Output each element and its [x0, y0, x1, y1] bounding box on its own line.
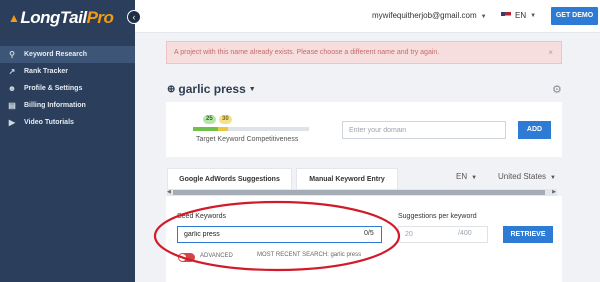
project-selector[interactable]: ⊕ garlic press ▼	[167, 82, 256, 96]
sidebar-item-label: Billing Information	[24, 102, 86, 109]
suggestions-max: /400	[458, 230, 472, 237]
seed-keywords-input[interactable]	[177, 226, 382, 243]
user-icon: ☻	[7, 84, 17, 93]
logo-accent: Pro	[86, 8, 114, 27]
horizontal-scrollbar[interactable]: ◀ ▶	[167, 189, 557, 196]
gear-icon[interactable]: ⚙	[552, 83, 562, 96]
get-demo-button[interactable]: GET DEMO	[551, 7, 598, 25]
competitiveness-badge-green: 25	[203, 115, 216, 124]
account-menu[interactable]: mywifequitherjob@gmail.com ▼	[372, 11, 487, 20]
competitiveness-card: 25 30 Target Keyword Competitiveness ADD	[166, 102, 562, 157]
us-flag-icon	[501, 12, 511, 19]
caret-down-icon: ▼	[530, 12, 537, 19]
sidebar-item-label: Profile & Settings	[24, 85, 83, 92]
sidebar-nav: ⚲ Keyword Research ↗ Rank Tracker ☻ Prof…	[0, 46, 135, 131]
advanced-toggle[interactable]	[178, 253, 195, 262]
suggestions-per-keyword-label: Suggestions per keyword	[398, 213, 477, 220]
account-email: mywifequitherjob@gmail.com	[372, 11, 477, 20]
billing-icon: ▤	[8, 101, 16, 110]
most-recent-search: MOST RECENT SEARCH: garlic press	[257, 252, 362, 258]
competitiveness-bar-green	[193, 127, 218, 131]
collapse-sidebar-icon[interactable]: ‹	[127, 10, 141, 24]
competitiveness-badge-yellow: 30	[219, 115, 232, 124]
suggestions-per-keyword-input[interactable]	[398, 226, 488, 243]
sidebar-item-label: Keyword Research	[24, 51, 88, 58]
sidebar-item-video-tutorials[interactable]: ▶ Video Tutorials	[0, 114, 135, 131]
sidebar-item-profile-settings[interactable]: ☻ Profile & Settings	[0, 80, 135, 97]
sidebar-item-keyword-research[interactable]: ⚲ Keyword Research	[0, 46, 135, 63]
sidebar-item-label: Video Tutorials	[24, 119, 74, 126]
project-name: garlic press	[178, 82, 246, 96]
retrieve-button[interactable]: RETRIEVE	[503, 226, 553, 243]
search-icon: ⚲	[9, 50, 15, 59]
alert-message: A project with this name already exists.…	[174, 49, 440, 56]
domain-input[interactable]	[342, 121, 506, 139]
competitiveness-bar-yellow	[218, 127, 228, 131]
caret-down-icon: ▼	[480, 14, 487, 20]
logo[interactable]: ▲ LongTail Pro	[8, 6, 114, 30]
language-value: EN	[515, 11, 527, 20]
sidebar-item-billing-information[interactable]: ▤ Billing Information	[0, 97, 135, 114]
flame-icon: ▲	[8, 11, 20, 25]
country-value: United States	[498, 172, 547, 181]
add-domain-button[interactable]: ADD	[518, 121, 551, 139]
scrollbar-thumb[interactable]	[173, 190, 545, 195]
trend-icon: ↗	[8, 67, 16, 76]
seed-keyword-count: 0/5	[364, 230, 374, 237]
tab-google-adwords-suggestions[interactable]: Google AdWords Suggestions	[167, 168, 292, 189]
caret-down-icon: ▼	[471, 175, 478, 181]
scroll-right-icon[interactable]: ▶	[552, 189, 556, 196]
error-alert: A project with this name already exists.…	[166, 41, 562, 64]
competitiveness-bar[interactable]	[193, 127, 309, 131]
competitiveness-label: Target Keyword Competitiveness	[196, 136, 299, 143]
caret-down-icon: ▼	[248, 85, 256, 93]
close-icon[interactable]: ×	[548, 42, 553, 63]
sidebar-item-rank-tracker[interactable]: ↗ Rank Tracker	[0, 63, 135, 80]
tab-manual-keyword-entry[interactable]: Manual Keyword Entry	[296, 168, 398, 189]
seed-keywords-label: Seed Keywords	[177, 213, 227, 220]
logo-main: LongTail	[20, 8, 87, 27]
sidebar-item-label: Rank Tracker	[24, 68, 68, 75]
advanced-label: ADVANCED	[200, 253, 233, 259]
tab-language-selector[interactable]: EN ▼	[456, 172, 477, 181]
sidebar: ▲ LongTail Pro ⚲ Keyword Research ↗ Rank …	[0, 0, 135, 282]
topbar: mywifequitherjob@gmail.com ▼ EN ▼ GET DEMO	[135, 0, 600, 33]
tab-language-value: EN	[456, 172, 468, 181]
scroll-left-icon[interactable]: ◀	[167, 189, 171, 196]
language-selector[interactable]: EN ▼	[501, 11, 536, 20]
location-pin-icon: ⊕	[167, 83, 176, 95]
country-selector[interactable]: United States ▼	[498, 172, 556, 181]
video-icon: ▶	[8, 118, 16, 127]
caret-down-icon: ▼	[550, 175, 556, 181]
